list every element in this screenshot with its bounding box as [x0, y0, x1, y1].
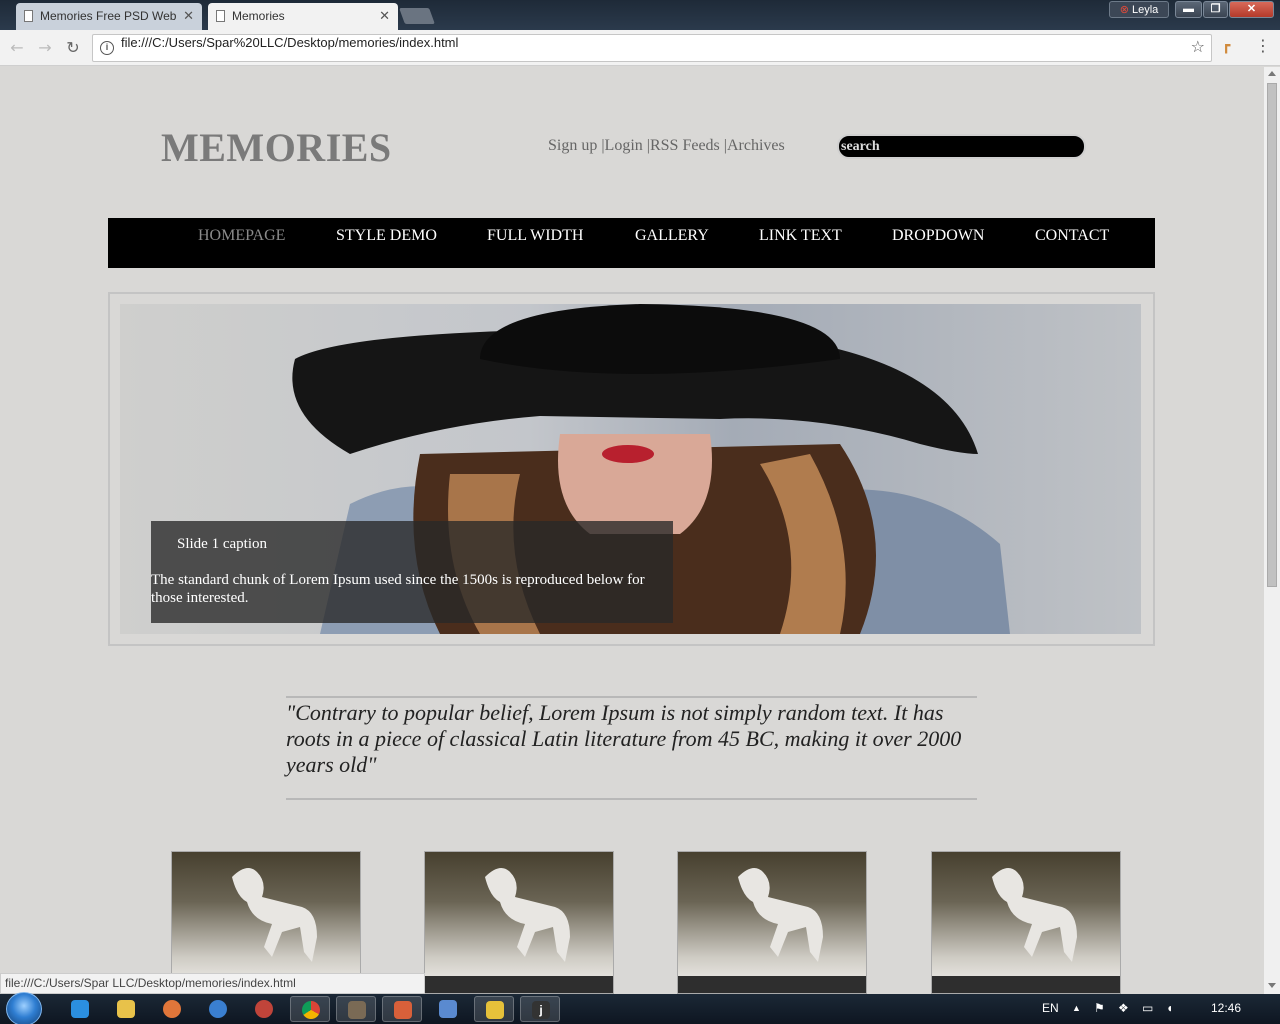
- profile-icon: ⊗: [1119, 4, 1129, 16]
- language-indicator[interactable]: EN: [1042, 994, 1059, 1024]
- new-tab-button[interactable]: [399, 8, 435, 24]
- taskbar-app-9[interactable]: [428, 996, 468, 1022]
- page-viewport: MEMORIES Sign up |Login |RSS Feeds |Arch…: [0, 67, 1264, 994]
- minimize-button[interactable]: ▬: [1175, 1, 1202, 18]
- internet-explorer-icon: [71, 1000, 89, 1018]
- address-url: file:///C:/Users/Spar%20LLC/Desktop/memo…: [121, 35, 459, 50]
- app-icon: [255, 1000, 273, 1018]
- main-nav: HOMEPAGE STYLE DEMO FULL WIDTH GALLERY L…: [108, 218, 1155, 268]
- browser-toolbar: ← → ↻ i file:///C:/Users/Spar%20LLC/Desk…: [0, 30, 1280, 66]
- gallery-thumbnail[interactable]: [424, 851, 614, 994]
- browser-titlebar: Memories Free PSD Web ✕ Memories ✕ ⊗ Ley…: [0, 0, 1280, 30]
- clock[interactable]: 12:46: [1211, 994, 1241, 1024]
- nav-gallery[interactable]: GALLERY: [635, 227, 709, 245]
- status-bar: file:///C:/Users/Spar LLC/Desktop/memori…: [0, 973, 425, 994]
- restore-button[interactable]: ❐: [1203, 1, 1228, 18]
- nav-dropdown[interactable]: DROPDOWN: [892, 227, 984, 245]
- taskbar-app-10[interactable]: [474, 996, 514, 1022]
- folder-icon: [117, 1000, 135, 1018]
- search-input[interactable]: search: [837, 134, 1086, 159]
- thumbnail-caption-bar: [425, 976, 613, 993]
- archives-link[interactable]: Archives: [727, 137, 785, 154]
- thumbnail-caption-bar: [932, 976, 1120, 993]
- dropbox-icon[interactable]: ❖: [1118, 994, 1129, 1024]
- signup-link[interactable]: Sign up |: [548, 137, 605, 154]
- quote-text: "Contrary to popular belief, Lorem Ipsum…: [286, 700, 962, 777]
- back-arrow-icon[interactable]: ←: [6, 37, 28, 59]
- action-center-flag-icon[interactable]: ⚑: [1094, 994, 1105, 1024]
- taskbar-app-8[interactable]: [382, 996, 422, 1022]
- white-horse-image: [232, 868, 317, 962]
- app-icon: [163, 1000, 181, 1018]
- show-hidden-icons-arrow-icon[interactable]: ▲: [1072, 994, 1081, 1024]
- taskbar-app-3[interactable]: [152, 996, 192, 1022]
- bookmark-star-icon[interactable]: ☆: [1191, 37, 1205, 56]
- app-icon: j: [532, 1001, 550, 1019]
- app-icon: [486, 1001, 504, 1019]
- nav-contact[interactable]: CONTACT: [1035, 227, 1109, 245]
- tab-title: Memories: [232, 9, 285, 23]
- page-scrollbar[interactable]: [1264, 67, 1280, 994]
- windows-taskbar: j EN ▲ ⚑ ❖ ▭ ◖ 12:46: [0, 992, 1280, 1024]
- scroll-down-arrow-icon[interactable]: [1268, 983, 1276, 988]
- rss-feeds-link[interactable]: RSS Feeds |: [650, 137, 727, 154]
- taskbar-app-7[interactable]: [336, 996, 376, 1022]
- reload-icon[interactable]: ↻: [62, 37, 84, 59]
- tab-memories[interactable]: Memories ✕: [208, 3, 398, 30]
- close-tab-icon[interactable]: ✕: [379, 3, 390, 29]
- taskbar-internet-explorer[interactable]: [60, 996, 100, 1022]
- volume-icon[interactable]: ◖: [1166, 994, 1173, 1024]
- tab-memories-free-psd[interactable]: Memories Free PSD Web ✕: [16, 3, 202, 30]
- scroll-up-arrow-icon[interactable]: [1268, 71, 1276, 76]
- slide-caption: Slide 1 caption The standard chunk of Lo…: [151, 521, 673, 623]
- close-tab-icon[interactable]: ✕: [183, 3, 194, 29]
- gallery-thumbnail[interactable]: [931, 851, 1121, 994]
- image-slider[interactable]: Slide 1 caption The standard chunk of Lo…: [108, 292, 1155, 646]
- app-icon: [394, 1001, 412, 1019]
- slide-image: Slide 1 caption The standard chunk of Lo…: [120, 304, 1141, 634]
- nav-style-demo[interactable]: STYLE DEMO: [336, 227, 437, 245]
- taskbar-app-11[interactable]: j: [520, 996, 560, 1022]
- app-icon: [439, 1000, 457, 1018]
- taskbar-file-explorer[interactable]: [106, 996, 146, 1022]
- document-icon: [216, 10, 225, 22]
- gallery-thumbnail[interactable]: [677, 851, 867, 994]
- scrollbar-thumb[interactable]: [1267, 83, 1277, 587]
- window-close-button[interactable]: ✕: [1229, 1, 1274, 18]
- taskbar-app-5[interactable]: [244, 996, 284, 1022]
- caption-title: Slide 1 caption: [177, 536, 267, 552]
- white-horse-image: [485, 868, 570, 962]
- thumbnail-caption-bar: [678, 976, 866, 993]
- menu-kebab-icon[interactable]: ⋮: [1255, 36, 1271, 55]
- taskbar-chrome[interactable]: [290, 996, 330, 1022]
- white-horse-image: [992, 868, 1077, 962]
- extension-icon[interactable]: ┏: [1222, 38, 1238, 54]
- start-button[interactable]: [6, 992, 42, 1024]
- login-link[interactable]: Login |: [605, 137, 650, 154]
- tab-title: Memories Free PSD Web: [40, 9, 177, 23]
- info-icon[interactable]: i: [100, 41, 114, 55]
- profile-button[interactable]: ⊗ Leyla: [1109, 1, 1169, 18]
- address-bar[interactable]: i file:///C:/Users/Spar%20LLC/Desktop/me…: [92, 34, 1212, 62]
- nav-homepage[interactable]: HOMEPAGE: [198, 227, 285, 245]
- nav-full-width[interactable]: FULL WIDTH: [487, 227, 583, 245]
- nav-link-text[interactable]: LINK TEXT: [759, 227, 842, 245]
- profile-name: Leyla: [1131, 4, 1159, 16]
- site-logo[interactable]: MEMORIES: [161, 124, 392, 171]
- chrome-icon: [302, 1001, 320, 1019]
- quote-block: "Contrary to popular belief, Lorem Ipsum…: [286, 696, 977, 800]
- white-horse-image: [738, 868, 823, 962]
- forward-arrow-icon[interactable]: →: [34, 37, 56, 59]
- network-icon[interactable]: ▭: [1142, 994, 1153, 1024]
- top-links: Sign up |Login |RSS Feeds |Archives: [548, 137, 785, 155]
- caption-text: The standard chunk of Lorem Ipsum used s…: [151, 572, 645, 606]
- document-icon: [24, 10, 33, 22]
- app-icon: [348, 1001, 366, 1019]
- app-icon: [209, 1000, 227, 1018]
- taskbar-app-4[interactable]: [198, 996, 238, 1022]
